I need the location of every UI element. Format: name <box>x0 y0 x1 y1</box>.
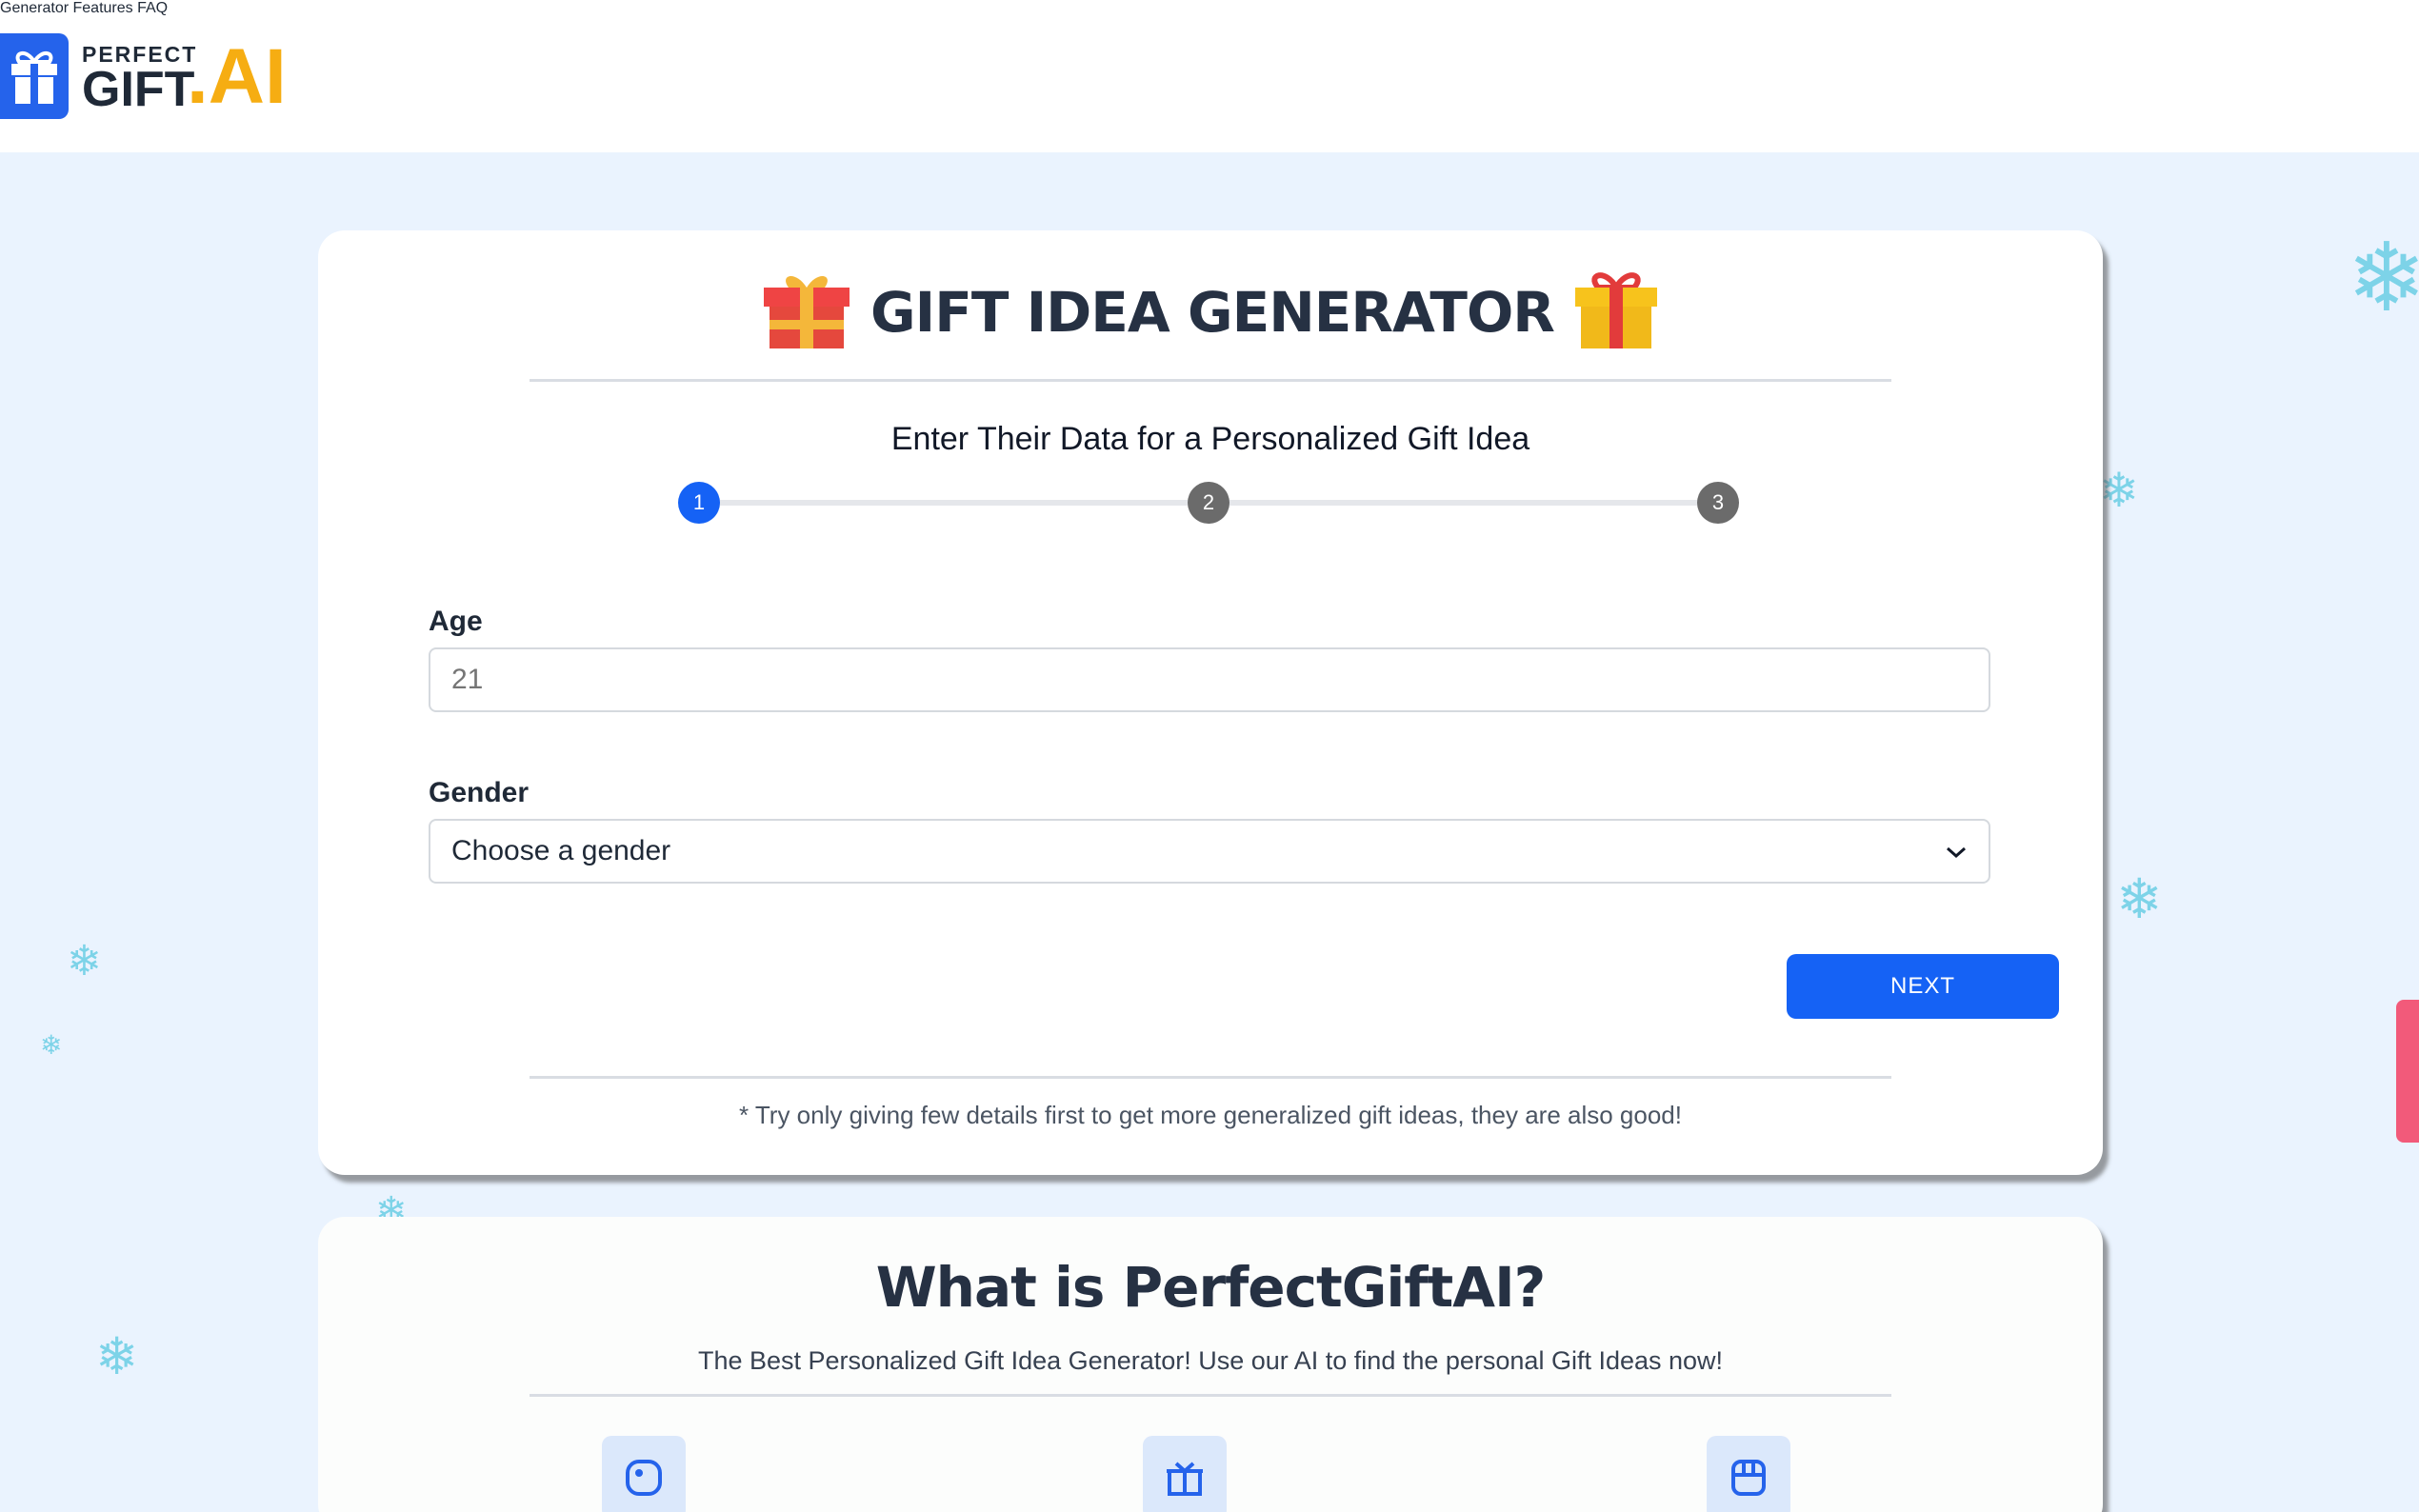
snowflake-icon: ❄ <box>2347 225 2419 331</box>
snowflake-icon: ❄ <box>2116 868 2163 930</box>
main-nav: Generator Features FAQ <box>0 0 2419 17</box>
generator-note: * Try only giving few details first to g… <box>739 1101 1682 1129</box>
generator-subtitle: Enter Their Data for a Personalized Gift… <box>890 421 1530 457</box>
gift-logo-icon <box>0 33 69 119</box>
snowflake-icon: ❄ <box>40 1030 63 1060</box>
divider <box>530 379 1891 382</box>
site-logo[interactable]: PERFECT GIFT .AI <box>0 32 310 120</box>
progress-stepper: 1 2 3 <box>678 482 1754 526</box>
nav-features[interactable]: Features <box>73 0 133 16</box>
yellow-gift-icon <box>1573 269 1659 355</box>
divider <box>530 1076 1891 1079</box>
about-title: What is PerfectGiftAI? <box>875 1255 1547 1320</box>
storefront-icon <box>1707 1436 1790 1512</box>
gender-label: Gender <box>429 777 530 808</box>
red-gift-icon <box>762 269 851 355</box>
generator-title: GIFT IDEA GENERATOR <box>870 279 1555 345</box>
site-header: PERFECT GIFT .AI Generator Features FAQ <box>0 0 2419 152</box>
gender-select[interactable]: Choose a gender <box>429 819 1990 884</box>
nav-generator[interactable]: Generator <box>0 0 69 16</box>
age-input[interactable] <box>451 664 1968 696</box>
snowflake-icon: ❄ <box>67 938 102 985</box>
about-subtitle: The Best Personalized Gift Idea Generato… <box>697 1346 1724 1375</box>
step-3[interactable]: 3 <box>1697 482 1739 524</box>
age-label: Age <box>429 606 483 637</box>
divider <box>530 1394 1891 1397</box>
next-button[interactable]: NEXT <box>1787 954 2059 1019</box>
logo-ai-text: .AI <box>187 33 287 120</box>
nav-faq[interactable]: FAQ <box>137 0 168 16</box>
tag-icon <box>602 1436 686 1512</box>
snowflake-icon: ❄ <box>95 1328 139 1385</box>
gift-basket-icon <box>1143 1436 1227 1512</box>
age-field <box>429 647 1990 712</box>
gender-select-value: Choose a gender <box>451 835 671 866</box>
gift-decoration <box>2396 1000 2419 1143</box>
step-2[interactable]: 2 <box>1188 482 1229 524</box>
step-1[interactable]: 1 <box>678 482 720 524</box>
snowflake-icon: ❄ <box>2099 464 2139 517</box>
chevron-down-icon <box>1945 835 1968 867</box>
logo-gift-text: GIFT <box>82 62 195 117</box>
about-card: What is PerfectGiftAI? The Best Personal… <box>318 1217 2103 1512</box>
gift-generator-card: GIFT IDEA GENERATOR Enter Their Data for… <box>318 230 2103 1175</box>
